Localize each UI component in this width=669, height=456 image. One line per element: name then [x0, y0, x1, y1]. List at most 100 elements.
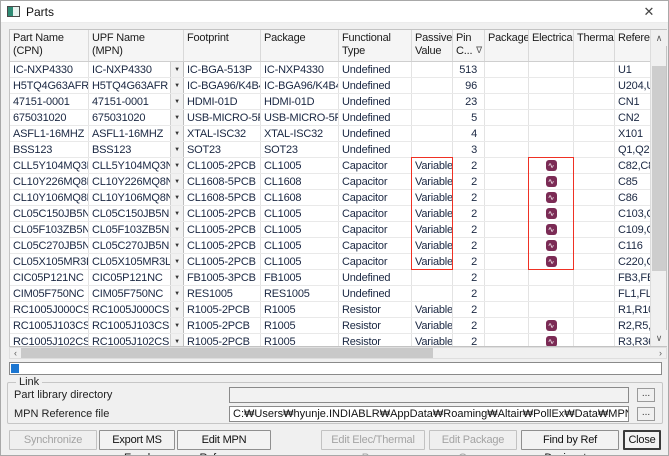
- find-by-ref-designator-button[interactable]: Find by Ref Designator: [521, 430, 619, 450]
- cell-mpn[interactable]: BSS123▼: [89, 142, 184, 157]
- table-row[interactable]: CL05X105MR3LNNHCL05X105MR3LNNH▼CL1005-2P…: [10, 254, 652, 270]
- table-row[interactable]: CL05F103ZB5NNNCCL05F103ZB5NNNC▼CL1005-2P…: [10, 222, 652, 238]
- part-library-directory-input[interactable]: [229, 387, 629, 403]
- electrical-property-icon[interactable]: ∿: [546, 160, 557, 171]
- electrical-property-icon[interactable]: ∿: [546, 176, 557, 187]
- browse-mpn-reference-button[interactable]: ...: [637, 407, 655, 421]
- table-row[interactable]: CLL5Y104MQ3NLNCCLL5Y104MQ3NLNC▼CL1005-2P…: [10, 158, 652, 174]
- table-row[interactable]: ASFL1-16MHZASFL1-16MHZ▼XTAL-ISC32XTAL-IS…: [10, 126, 652, 142]
- dropdown-arrow-icon[interactable]: ▼: [170, 110, 183, 125]
- scroll-down-icon[interactable]: ∨: [651, 330, 667, 346]
- column-header-cpn[interactable]: Part Name (CPN): [10, 30, 89, 61]
- table-row[interactable]: IC-NXP4330IC-NXP4330▼IC-BGA-513PIC-NXP43…: [10, 62, 652, 78]
- column-header-mpn[interactable]: UPF Name (MPN): [89, 30, 184, 61]
- dropdown-arrow-icon[interactable]: ▼: [170, 94, 183, 109]
- cell-mpn[interactable]: IC-NXP4330▼: [89, 62, 184, 77]
- mpn-reference-file-input[interactable]: C:₩Users₩hyunje.INDIABLR₩AppData₩Roaming…: [229, 406, 629, 422]
- table-row[interactable]: RC1005J103CSRC1005J103CS▼R1005-2PCBR1005…: [10, 318, 652, 334]
- table-row[interactable]: CIC05P121NCCIC05P121NC▼FB1005-3PCBFB1005…: [10, 270, 652, 286]
- scroll-right-icon[interactable]: ›: [655, 348, 666, 358]
- cell-mpn[interactable]: CL10Y106MQ8NRNC▼: [89, 190, 184, 205]
- vertical-scrollbar-thumb[interactable]: [652, 66, 666, 271]
- cell-mpn[interactable]: CIM05F750NC▼: [89, 286, 184, 301]
- cell-mpn[interactable]: CIC05P121NC▼: [89, 270, 184, 285]
- column-header-functional_type[interactable]: Functional Type: [339, 30, 412, 61]
- cell-mpn[interactable]: 47151-0001▼: [89, 94, 184, 109]
- cell-footprint: CL1005-2PCB: [184, 254, 261, 269]
- dropdown-arrow-icon[interactable]: ▼: [170, 334, 183, 346]
- close-window-button[interactable]: ✕: [640, 3, 658, 21]
- cell-mpn[interactable]: CLL5Y104MQ3NLNC▼: [89, 158, 184, 173]
- export-ms-excel-button[interactable]: Export MS Excel: [99, 430, 175, 450]
- synchronize-button[interactable]: Synchronize: [9, 430, 97, 450]
- table-row[interactable]: CL10Y106MQ8NRNCCL10Y106MQ8NRNC▼CL1608-5P…: [10, 190, 652, 206]
- electrical-property-icon[interactable]: ∿: [546, 192, 557, 203]
- dropdown-arrow-icon[interactable]: ▼: [170, 174, 183, 189]
- column-header-thermal[interactable]: Thermal: [574, 30, 615, 61]
- table-row[interactable]: 675031020675031020▼USB-MICRO-5PUSB-MICRO…: [10, 110, 652, 126]
- cell-thermal: [574, 286, 615, 301]
- edit-package-geom-button[interactable]: Edit Package Geom: [429, 430, 517, 450]
- electrical-property-icon[interactable]: ∿: [546, 256, 557, 267]
- dropdown-arrow-icon[interactable]: ▼: [170, 238, 183, 253]
- dropdown-arrow-icon[interactable]: ▼: [170, 254, 183, 269]
- horizontal-scrollbar[interactable]: ‹ ›: [9, 347, 667, 359]
- electrical-property-icon[interactable]: ∿: [546, 208, 557, 219]
- column-header-footprint[interactable]: Footprint: [184, 30, 261, 61]
- table-row[interactable]: CIM05F750NCCIM05F750NC▼RES1005RES1005Und…: [10, 286, 652, 302]
- electrical-property-icon[interactable]: ∿: [546, 320, 557, 331]
- cell-mpn[interactable]: CL05X105MR3LNNH▼: [89, 254, 184, 269]
- table-row[interactable]: RC1005J000CSRC1005J000CS▼R1005-2PCBR1005…: [10, 302, 652, 318]
- dropdown-arrow-icon[interactable]: ▼: [170, 190, 183, 205]
- column-header-package[interactable]: Package: [261, 30, 339, 61]
- dropdown-arrow-icon[interactable]: ▼: [170, 270, 183, 285]
- cell-pin_count: 2: [453, 254, 485, 269]
- dropdown-arrow-icon[interactable]: ▼: [170, 302, 183, 317]
- dropdown-arrow-icon[interactable]: ▼: [170, 222, 183, 237]
- vertical-scrollbar[interactable]: ∧ ∨: [650, 30, 666, 346]
- scroll-left-icon[interactable]: ‹: [10, 348, 21, 358]
- electrical-property-icon[interactable]: ∿: [546, 240, 557, 251]
- table-row[interactable]: 47151-000147151-0001▼HDMI-01DHDMI-01DUnd…: [10, 94, 652, 110]
- dropdown-arrow-icon[interactable]: ▼: [170, 286, 183, 301]
- table-row[interactable]: CL05C270JB5NNWCCL05C270JB5NNWC▼CL1005-2P…: [10, 238, 652, 254]
- edit-elec-thermal-prop-button[interactable]: Edit Elec/Thermal Prop: [321, 430, 425, 450]
- column-header-passive_value[interactable]: Passive Value: [412, 30, 453, 61]
- sort-indicator-icon: ∇: [476, 44, 482, 57]
- cell-passive_value: Variable: [412, 254, 453, 269]
- cell-mpn[interactable]: H5TQ4G63AFR▼: [89, 78, 184, 93]
- dropdown-arrow-icon[interactable]: ▼: [170, 78, 183, 93]
- close-button[interactable]: Close: [623, 430, 661, 450]
- cell-mpn[interactable]: CL10Y226MQ8NRNC▼: [89, 174, 184, 189]
- cell-mpn[interactable]: RC1005J000CS▼: [89, 302, 184, 317]
- table-row[interactable]: RC1005J102CSRC1005J102CS▼R1005-2PCBR1005…: [10, 334, 652, 346]
- table-row[interactable]: H5TQ4G63AFRH5TQ4G63AFR▼IC-BGA96/K4B4G1IC…: [10, 78, 652, 94]
- dropdown-arrow-icon[interactable]: ▼: [170, 142, 183, 157]
- cell-mpn[interactable]: CL05F103ZB5NNNC▼: [89, 222, 184, 237]
- table-row[interactable]: BSS123BSS123▼SOT23SOT23Undefined3Q1,Q2,: [10, 142, 652, 158]
- parts-grid: Part Name (CPN)UPF Name (MPN)FootprintPa…: [10, 30, 652, 346]
- table-row[interactable]: CL05C150JB5NNNDCL05C150JB5NNND▼CL1005-2P…: [10, 206, 652, 222]
- dropdown-arrow-icon[interactable]: ▼: [170, 126, 183, 141]
- cell-mpn[interactable]: CL05C150JB5NNND▼: [89, 206, 184, 221]
- cell-mpn[interactable]: RC1005J102CS▼: [89, 334, 184, 346]
- horizontal-scrollbar-thumb[interactable]: [21, 348, 433, 358]
- dropdown-arrow-icon[interactable]: ▼: [170, 158, 183, 173]
- browse-part-library-button[interactable]: ...: [637, 388, 655, 402]
- column-header-pin_count[interactable]: Pin C...∇: [453, 30, 485, 61]
- column-header-electrical[interactable]: Electrical: [529, 30, 574, 61]
- dropdown-arrow-icon[interactable]: ▼: [170, 62, 183, 77]
- electrical-property-icon[interactable]: ∿: [546, 224, 557, 235]
- electrical-property-icon[interactable]: ∿: [546, 336, 557, 346]
- cell-mpn[interactable]: ASFL1-16MHZ▼: [89, 126, 184, 141]
- table-row[interactable]: CL10Y226MQ8NRNCCL10Y226MQ8NRNC▼CL1608-5P…: [10, 174, 652, 190]
- cell-mpn[interactable]: 675031020▼: [89, 110, 184, 125]
- cell-mpn[interactable]: CL05C270JB5NNWC▼: [89, 238, 184, 253]
- scroll-up-icon[interactable]: ∧: [651, 30, 667, 46]
- dropdown-arrow-icon[interactable]: ▼: [170, 206, 183, 221]
- edit-mpn-reference-button[interactable]: Edit MPN Reference: [177, 430, 271, 450]
- column-header-reference[interactable]: Refere: [615, 30, 652, 61]
- cell-mpn[interactable]: RC1005J103CS▼: [89, 318, 184, 333]
- dropdown-arrow-icon[interactable]: ▼: [170, 318, 183, 333]
- column-header-package_geom[interactable]: Package: [485, 30, 529, 61]
